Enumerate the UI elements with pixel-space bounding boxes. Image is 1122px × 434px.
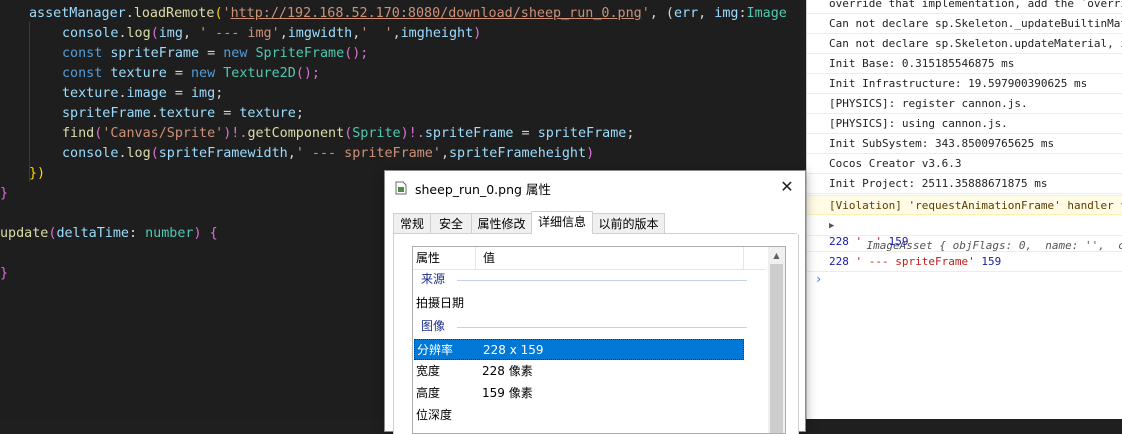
property-list[interactable]: 属性 值 来源 拍摄日期 图像 分辨率 228 x 159 宽度 228 像素	[412, 246, 786, 434]
url-link[interactable]: http://192.168.52.170:8080/download/shee…	[231, 6, 642, 21]
console-line: override that implementation, add the `o…	[807, 0, 1122, 14]
console-line: [PHYSICS]: using cannon.js.	[807, 114, 1122, 134]
property-value: 228 像素	[482, 364, 533, 378]
dialog-title: sheep_run_0.png 属性	[415, 182, 551, 197]
devtools-console[interactable]: override that implementation, add the `o…	[806, 0, 1122, 419]
list-item[interactable]: 位深度	[414, 405, 744, 426]
group-divider	[457, 327, 747, 328]
console-prompt-icon[interactable]: ›	[815, 272, 822, 286]
property-name: 宽度	[416, 364, 441, 378]
property-name: 分辨率	[417, 343, 454, 357]
tab-details[interactable]: 详细信息	[531, 211, 593, 234]
file-icon	[395, 181, 407, 195]
code-line-8: console.log(spriteFramewidth,' --- sprit…	[62, 146, 595, 161]
file-properties-dialog[interactable]: sheep_run_0.png 属性 ✕ 常规 安全 属性修改 详细信息 以前的…	[384, 170, 806, 434]
tab-previous-versions[interactable]: 以前的版本	[592, 213, 665, 233]
indent-guide	[29, 22, 30, 182]
details-panel: 属性 值 来源 拍摄日期 图像 分辨率 228 x 159 宽度 228 像素	[393, 234, 799, 434]
property-name: 拍摄日期	[416, 296, 465, 310]
property-value: 228 x 159	[483, 343, 544, 357]
console-log-line: 228 ' --- spriteFrame' 159	[807, 252, 1122, 272]
code-line-7: find('Canvas/Sprite')!.getComponent(Spri…	[62, 126, 635, 141]
console-line: Init SubSystem: 343.85009765625 ms	[807, 134, 1122, 154]
group-source: 来源	[421, 272, 446, 286]
list-header: 属性 值	[413, 247, 765, 270]
scroll-up-icon[interactable]: ▲	[768, 247, 785, 264]
list-item[interactable]: 拍摄日期	[414, 293, 744, 314]
column-header-value[interactable]: 值	[483, 247, 495, 269]
column-divider[interactable]	[475, 247, 476, 269]
console-line: Init Infrastructure: 19.597900390625 ms	[807, 74, 1122, 94]
scrollbar-thumb[interactable]	[770, 264, 783, 433]
code-line-1: assetManager.loadRemote('http://192.168.…	[29, 6, 787, 21]
list-item[interactable]: 宽度 228 像素	[414, 361, 744, 382]
property-value: 159 像素	[482, 386, 533, 400]
console-line: [PHYSICS]: register cannon.js.	[807, 94, 1122, 114]
code-line-4: const texture = new Texture2D();	[62, 66, 320, 81]
list-item-selected[interactable]: 分辨率 228 x 159	[414, 339, 744, 360]
property-name: 位深度	[416, 408, 453, 422]
tab-security[interactable]: 安全	[430, 213, 472, 233]
dialog-titlebar[interactable]: sheep_run_0.png 属性 ✕	[385, 171, 805, 203]
list-item[interactable]: 高度 159 像素	[414, 383, 744, 404]
console-line: Cocos Creator v3.6.3	[807, 154, 1122, 174]
console-line: Can not declare sp.Skeleton._updateBuilt…	[807, 14, 1122, 34]
property-name: 高度	[416, 386, 441, 400]
tab-bar: 常规 安全 属性修改 详细信息 以前的版本	[393, 211, 797, 234]
code-line-11: update(deltaTime: number) {	[0, 226, 218, 241]
code-line-12: }	[0, 266, 9, 281]
group-divider	[457, 280, 747, 281]
vertical-scrollbar[interactable]: ▲	[768, 247, 785, 433]
group-image: 图像	[421, 319, 446, 333]
console-line: Can not declare sp.Skeleton.updateMateri…	[807, 34, 1122, 54]
console-log-line: 228 ' ' 159	[807, 232, 1122, 252]
column-header-property[interactable]: 属性	[416, 247, 440, 269]
code-line-10: }	[0, 186, 9, 201]
code-line-6: spriteFrame.texture = texture;	[62, 106, 304, 121]
code-line-9: })	[29, 166, 46, 181]
tab-general[interactable]: 常规	[393, 213, 431, 233]
code-line-2: console.log(img, ' --- img',imgwidth,' '…	[62, 26, 482, 41]
console-violation-line: [Violation] 'requestAnimationFrame' hand…	[807, 195, 1122, 215]
tab-modify[interactable]: 属性修改	[471, 213, 532, 233]
code-line-3: const spriteFrame = new SpriteFrame();	[62, 46, 369, 61]
code-line-5: texture.image = img;	[62, 86, 224, 101]
console-line: Init Project: 2511.35888671875 ms	[807, 174, 1122, 194]
console-line: Init Base: 0.315185546875 ms	[807, 54, 1122, 74]
column-divider[interactable]	[743, 247, 744, 269]
close-button[interactable]: ✕	[769, 171, 805, 201]
